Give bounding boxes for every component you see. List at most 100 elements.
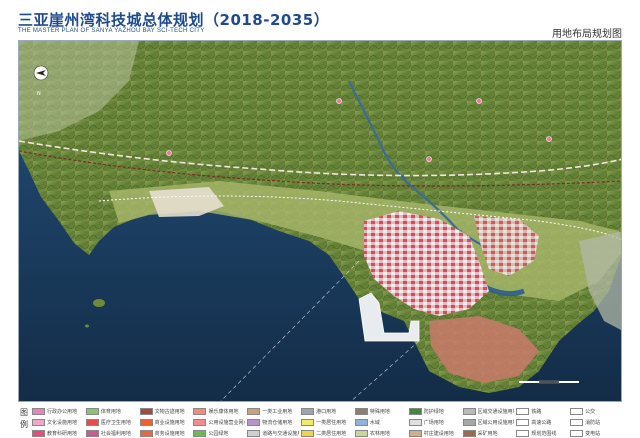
legend-swatch bbox=[139, 407, 153, 415]
legend-swatch bbox=[193, 418, 207, 426]
legend-swatch bbox=[193, 407, 207, 415]
legend-swatch bbox=[570, 429, 584, 437]
legend-item: 广场用地 bbox=[408, 417, 461, 427]
map-sheet-name: 用地布局规划图 bbox=[552, 29, 622, 40]
legend-swatch bbox=[516, 418, 530, 426]
legend-swatch bbox=[301, 429, 315, 437]
legend-item: 区域交通设施用地 bbox=[462, 406, 515, 416]
legend-swatch bbox=[516, 407, 530, 415]
legend-item: 铁路 bbox=[516, 406, 568, 416]
legend-item: 公用设施营业网点用地 bbox=[193, 417, 245, 427]
map-legend: 图例 行政办公用地 文化设施用地 教育科研用地 体育用地医疗卫生用地社会福利用地 文物古… bbox=[18, 404, 622, 438]
legend-label: 水域 bbox=[369, 419, 380, 426]
poi-marker[interactable] bbox=[476, 98, 482, 104]
legend-label: 公园绿地 bbox=[208, 430, 229, 437]
legend-item: 一类居住用地 bbox=[301, 417, 353, 427]
legend-item: 消防站 bbox=[570, 417, 622, 427]
map-subtitle: THE MASTER PLAN OF SANYA YAZHOU BAY SCI-… bbox=[18, 28, 205, 34]
poi-marker[interactable] bbox=[546, 136, 552, 142]
legend-swatch bbox=[301, 418, 315, 426]
map-canvas[interactable]: N bbox=[18, 40, 622, 402]
legend-label: 消防站 bbox=[585, 419, 601, 426]
legend-item: 行政办公用地 bbox=[32, 406, 84, 416]
legend-label: 体育用地 bbox=[100, 408, 121, 415]
legend-label: 村庄建设用地 bbox=[423, 430, 454, 437]
legend-label: 文物古迹用地 bbox=[154, 408, 185, 415]
legend-label: 文化设施用地 bbox=[47, 419, 78, 426]
legend-item: 港口用地 bbox=[301, 406, 353, 416]
legend-item: 公交 bbox=[570, 406, 622, 416]
legend-item: 区域公用设施用地 bbox=[462, 417, 515, 427]
legend-label: 港口用地 bbox=[316, 408, 337, 415]
legend-swatch bbox=[247, 418, 261, 426]
legend-label: 一类工业用地 bbox=[262, 408, 293, 415]
legend-item: 一类工业用地 bbox=[247, 406, 299, 416]
legend-swatch bbox=[32, 429, 45, 437]
north-arrow-icon bbox=[33, 65, 49, 81]
island-small bbox=[93, 299, 105, 307]
legend-label: 行政办公用地 bbox=[47, 408, 78, 415]
legend-item: 商务设施用地 bbox=[139, 428, 192, 438]
header: 三亚崖州湾科技城总体规划（2018-2035） THE MASTER PLAN … bbox=[0, 0, 640, 40]
legend-swatch bbox=[139, 429, 153, 437]
legend-swatch bbox=[85, 407, 99, 415]
legend-item: 文物古迹用地 bbox=[139, 406, 192, 416]
legend-grid: 行政办公用地 文化设施用地 教育科研用地 体育用地医疗卫生用地社会福利用地 文物古迹用地… bbox=[32, 406, 622, 438]
legend-item: 水域 bbox=[354, 417, 407, 427]
legend-item: 社会福利用地 bbox=[85, 428, 138, 438]
legend-swatch bbox=[32, 418, 45, 426]
legend-swatch bbox=[32, 407, 45, 415]
map-svg: N bbox=[19, 41, 621, 401]
legend-item: 村庄建设用地 bbox=[408, 428, 461, 438]
legend-item: 道路与交通设施用地 bbox=[247, 428, 299, 438]
legend-label: 二类居住用地 bbox=[316, 430, 347, 437]
legend-label: 娱乐康体用地 bbox=[208, 408, 239, 415]
legend-label: 医疗卫生用地 bbox=[100, 419, 131, 426]
scale-bar bbox=[519, 380, 579, 384]
legend-swatch bbox=[408, 429, 422, 437]
legend-swatch bbox=[354, 407, 368, 415]
poi-marker[interactable] bbox=[426, 156, 432, 162]
legend-item: 公园绿地 bbox=[193, 428, 245, 438]
legend-label: 采矿用地 bbox=[477, 430, 498, 437]
legend-label: 防护绿地 bbox=[423, 408, 444, 415]
legend-item: 二类居住用地 bbox=[301, 428, 353, 438]
poi-marker[interactable] bbox=[166, 150, 172, 156]
legend-label: 道路与交通设施用地 bbox=[262, 430, 299, 437]
legend-swatch bbox=[85, 418, 99, 426]
legend-item: 防护绿地 bbox=[408, 406, 461, 416]
legend-label: 区域公用设施用地 bbox=[477, 419, 515, 426]
legend-item: 文化设施用地 bbox=[32, 417, 84, 427]
legend-swatch bbox=[570, 407, 584, 415]
legend-label: 特殊用地 bbox=[369, 408, 390, 415]
legend-label: 物流仓储用地 bbox=[262, 419, 293, 426]
legend-label: 公交 bbox=[585, 408, 596, 415]
legend-item: 医疗卫生用地 bbox=[85, 417, 138, 427]
legend-label: 教育科研用地 bbox=[47, 430, 78, 437]
legend-swatch bbox=[408, 418, 422, 426]
legend-label: 区域交通设施用地 bbox=[477, 408, 515, 415]
legend-item: 物流仓储用地 bbox=[247, 417, 299, 427]
legend-swatch bbox=[462, 407, 476, 415]
legend-label: 变电站 bbox=[585, 430, 601, 437]
legend-swatch bbox=[247, 429, 261, 437]
legend-item: 规划范围线 bbox=[516, 428, 568, 438]
poi-marker[interactable] bbox=[336, 98, 342, 104]
legend-swatch bbox=[516, 429, 530, 437]
legend-label: 公用设施营业网点用地 bbox=[208, 419, 245, 426]
legend-label: 商务设施用地 bbox=[154, 430, 185, 437]
legend-label: 高速公路 bbox=[531, 419, 552, 426]
legend-title: 图例 bbox=[20, 408, 28, 429]
legend-label: 农林用地 bbox=[369, 430, 390, 437]
legend-swatch bbox=[85, 429, 99, 437]
map-title: 三亚崖州湾科技城总体规划（2018-2035） bbox=[18, 11, 330, 29]
legend-label: 广场用地 bbox=[423, 419, 444, 426]
legend-label: 铁路 bbox=[531, 408, 542, 415]
legend-item: 体育用地 bbox=[85, 406, 138, 416]
legend-label: 一类居住用地 bbox=[316, 419, 347, 426]
legend-item: 变电站 bbox=[570, 428, 622, 438]
legend-swatch bbox=[408, 407, 422, 415]
legend-swatch bbox=[570, 418, 584, 426]
island-tiny bbox=[85, 324, 89, 328]
legend-swatch bbox=[301, 407, 315, 415]
